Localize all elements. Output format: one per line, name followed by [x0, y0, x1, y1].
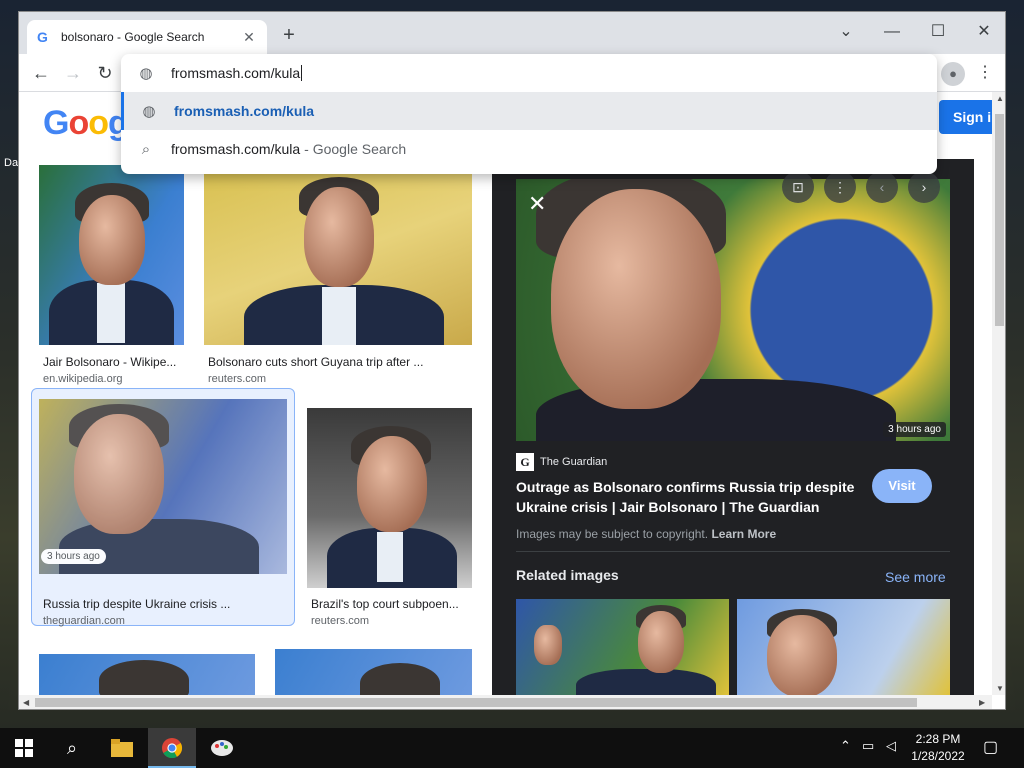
omnibox-dropdown: ◍ fromsmash.com/kula ◍ fromsmash.com/kul… [121, 54, 937, 174]
previous-icon[interactable]: ‹ [866, 171, 898, 203]
result-image-1[interactable] [39, 165, 184, 345]
suggestion-search-suffix: - Google Search [304, 141, 407, 157]
guardian-logo-icon: G [516, 453, 534, 471]
maximize-button[interactable]: ☐ [915, 18, 961, 46]
preview-source[interactable]: G The Guardian [516, 453, 607, 471]
back-button[interactable]: ← [29, 62, 53, 86]
related-image-1[interactable] [516, 599, 729, 695]
globe-icon: ◍ [142, 103, 156, 120]
google-favicon-icon: G [37, 29, 48, 45]
search-icon: ⌕ [141, 140, 151, 158]
related-image-2[interactable] [737, 599, 950, 695]
show-hidden-icons-icon[interactable]: ⌃ [840, 738, 851, 754]
result-caption[interactable]: Brazil's top court subpoen... [311, 597, 471, 611]
visit-button[interactable]: Visit [872, 469, 932, 503]
tab-title: bolsonaro - Google Search [61, 30, 205, 44]
tab-search-button[interactable]: ⌄ [823, 18, 869, 46]
file-explorer-icon[interactable] [98, 728, 146, 768]
result-image-3[interactable]: 3 hours ago [39, 399, 287, 574]
divider [516, 551, 950, 552]
more-options-icon[interactable]: ⋮ [824, 171, 856, 203]
result-caption[interactable]: Bolsonaro cuts short Guyana trip after .… [208, 355, 438, 369]
desktop-icon-label[interactable]: Da [4, 157, 18, 169]
source-name: The Guardian [540, 456, 608, 468]
preview-image[interactable]: 3 hours ago [516, 179, 950, 441]
result-image-5[interactable] [39, 654, 255, 695]
result-source: reuters.com [208, 373, 267, 385]
see-more-link[interactable]: See more [885, 569, 946, 585]
next-icon[interactable]: › [908, 171, 940, 203]
clock-date: 1/28/2022 [911, 749, 965, 763]
globe-icon: ◍ [139, 65, 153, 82]
search-results-page: Googl Sign i Jair Bolsonaro - Wikipe... … [19, 92, 992, 695]
result-source: reuters.com [311, 615, 370, 627]
result-source: en.wikipedia.org [43, 373, 123, 385]
close-window-button[interactable]: ✕ [961, 18, 1005, 46]
time-badge: 3 hours ago [41, 549, 106, 564]
result-image-4[interactable] [307, 408, 472, 588]
lens-icon[interactable]: ⊡ [782, 171, 814, 203]
scroll-up-icon[interactable]: ▲ [996, 94, 1004, 103]
system-clock[interactable]: 2:28 PM 1/28/2022 [906, 731, 970, 765]
suggestion-search[interactable]: ⌕ fromsmash.com/kula - Google Search [121, 130, 937, 168]
result-caption[interactable]: Jair Bolsonaro - Wikipe... [43, 355, 183, 369]
address-input[interactable]: fromsmash.com/kula [171, 65, 300, 81]
vertical-scrollbar[interactable]: ▲ ▼ [992, 92, 1005, 695]
chrome-icon[interactable] [148, 728, 196, 768]
browser-menu-button[interactable]: ⋮ [975, 62, 995, 86]
image-preview-panel: 3 hours ago ✕ ⊡ ⋮ ‹ › G The Guardian Out… [492, 159, 974, 695]
result-image-6[interactable] [275, 649, 472, 695]
close-preview-icon[interactable]: ✕ [528, 191, 546, 217]
suggestion-search-text: fromsmash.com/kula [171, 141, 301, 157]
suggestion-url-text: fromsmash.com/kula [174, 103, 315, 119]
result-image-2[interactable] [204, 165, 472, 345]
horizontal-scrollbar[interactable]: ◀ ▶ [19, 695, 992, 709]
result-caption[interactable]: Russia trip despite Ukraine crisis ... [43, 597, 283, 611]
time-badge: 3 hours ago [883, 422, 946, 437]
clock-time: 2:28 PM [915, 732, 961, 746]
profile-avatar-icon[interactable]: ● [941, 62, 965, 86]
learn-more-link[interactable]: Learn More [711, 527, 776, 541]
tab-close-icon[interactable]: ✕ [241, 29, 257, 46]
tab-strip: G bolsonaro - Google Search ✕ + ⌄ — ☐ ✕ [19, 12, 1005, 54]
text-caret [301, 65, 303, 81]
sign-in-button[interactable]: Sign i [939, 100, 992, 134]
network-icon[interactable]: ▭ [862, 738, 874, 754]
notifications-icon[interactable]: ▢ [983, 737, 998, 757]
address-bar[interactable]: ◍ fromsmash.com/kula [121, 54, 937, 92]
scroll-thumb[interactable] [995, 114, 1004, 326]
start-button[interactable] [0, 728, 48, 768]
scroll-left-icon[interactable]: ◀ [23, 698, 29, 707]
browser-window: G bolsonaro - Google Search ✕ + ⌄ — ☐ ✕ … [18, 11, 1006, 710]
scroll-down-icon[interactable]: ▼ [996, 684, 1004, 693]
scroll-thumb[interactable] [35, 698, 917, 707]
related-images-heading: Related images [516, 567, 619, 583]
volume-muted-icon[interactable]: ◁ [886, 738, 896, 754]
reload-button[interactable]: ↻ [93, 62, 117, 86]
forward-button[interactable]: → [61, 62, 85, 86]
result-source: theguardian.com [43, 615, 125, 627]
paint-app-icon[interactable] [198, 728, 246, 768]
copyright-text: Images may be subject to copyright. [516, 527, 709, 541]
browser-tab[interactable]: G bolsonaro - Google Search ✕ [27, 20, 267, 54]
new-tab-button[interactable]: + [277, 24, 301, 48]
minimize-button[interactable]: — [869, 18, 915, 46]
taskbar: ⌕ ⌃ ▭ ◁ 2:28 PM 1/28/2022 ▢ [0, 728, 1024, 768]
preview-title[interactable]: Outrage as Bolsonaro confirms Russia tri… [516, 477, 866, 517]
scroll-right-icon[interactable]: ▶ [979, 698, 985, 707]
copyright-notice: Images may be subject to copyright. Lear… [516, 527, 776, 541]
suggestion-url[interactable]: ◍ fromsmash.com/kula [121, 92, 937, 130]
search-icon[interactable]: ⌕ [48, 728, 96, 768]
